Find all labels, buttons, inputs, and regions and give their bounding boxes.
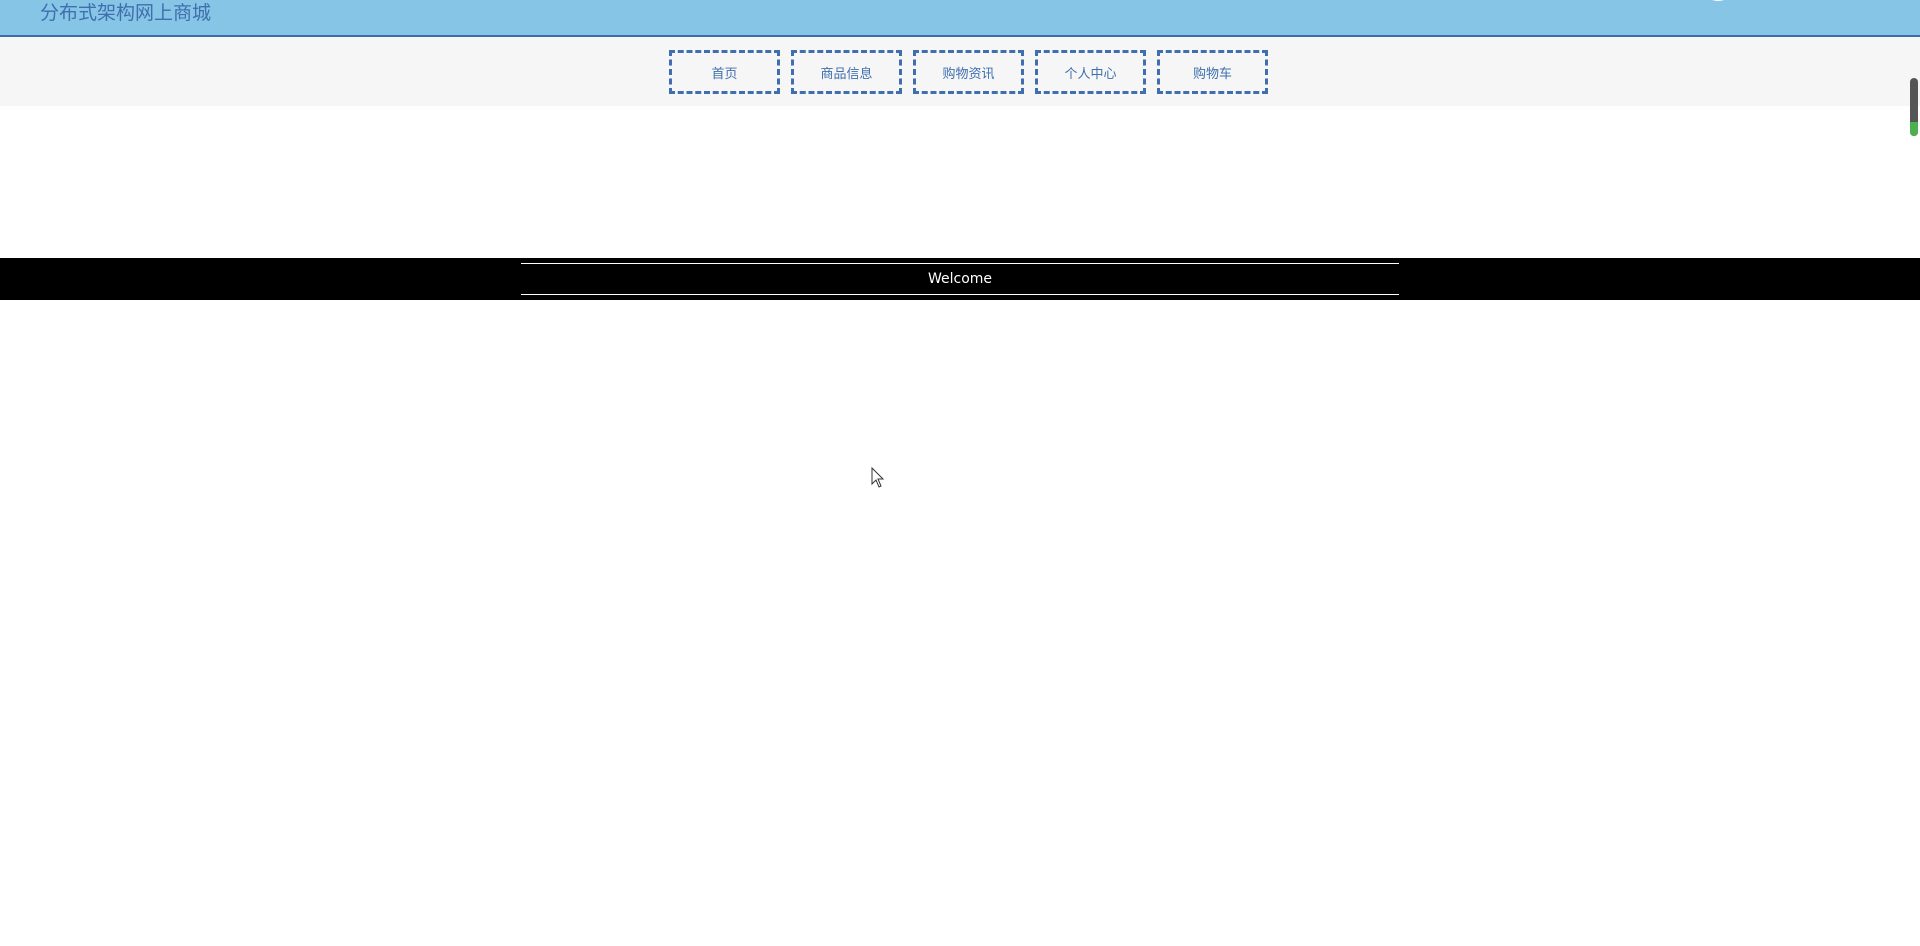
scrollbar-accent xyxy=(1910,122,1918,136)
user-avatar[interactable] xyxy=(1700,0,1736,1)
welcome-text: Welcome xyxy=(521,263,1399,295)
site-title[interactable]: 分布式架构网上商城 xyxy=(40,0,211,26)
nav-item-products[interactable]: 商品信息 xyxy=(791,50,902,94)
mouse-pointer-icon xyxy=(871,467,885,488)
welcome-banner: Welcome xyxy=(0,258,1920,300)
nav-item-home[interactable]: 首页 xyxy=(669,50,780,94)
main-navigation: 首页 商品信息 购物资讯 个人中心 购物车 xyxy=(0,37,1920,106)
nav-item-shopping-news[interactable]: 购物资讯 xyxy=(913,50,1024,94)
nav-item-cart[interactable]: 购物车 xyxy=(1157,50,1268,94)
nav-list: 首页 商品信息 购物资讯 个人中心 购物车 xyxy=(669,50,1268,94)
top-header-bar: 分布式架构网上商城 xyxy=(0,0,1920,37)
nav-item-personal-center[interactable]: 个人中心 xyxy=(1035,50,1146,94)
page-scrollbar[interactable] xyxy=(1910,78,1918,136)
